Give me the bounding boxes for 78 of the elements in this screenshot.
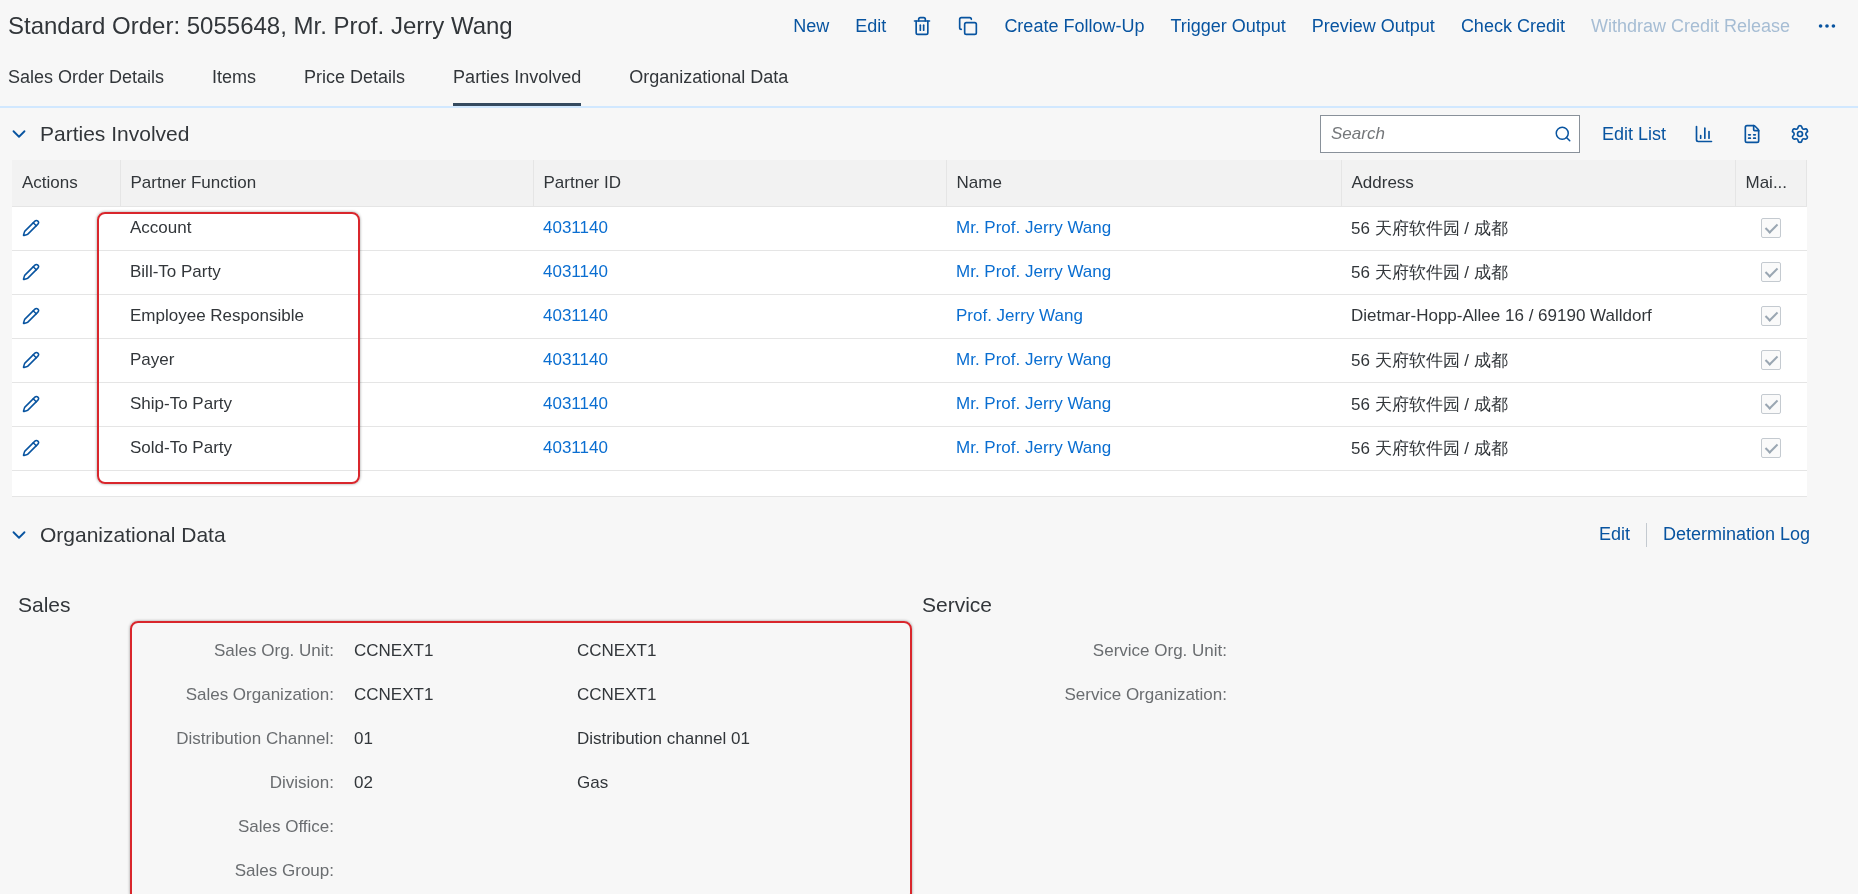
field-description: CCNEXT1 — [577, 639, 658, 662]
field-label: Division: — [268, 771, 335, 794]
field-label: Distribution Channel: — [175, 727, 335, 750]
table-cell: Employee Responsible — [120, 294, 533, 338]
tab[interactable]: Items — [212, 52, 257, 106]
settings-icon[interactable] — [1790, 124, 1810, 144]
table-cell: 56 天府软件园 / 成都 — [1341, 250, 1735, 294]
spreadsheet-icon[interactable] — [1742, 124, 1762, 144]
group-title: Sales — [18, 592, 72, 617]
field-label: Sales Office: — [236, 815, 335, 838]
pencil-icon[interactable] — [22, 351, 40, 369]
table-cell: Dietmar-Hopp-Allee 16 / 69190 Walldorf — [1341, 294, 1735, 338]
page-title: Standard Order: 5055648, Mr. Prof. Jerry Wang — [8, 12, 514, 40]
toolbar-button[interactable]: New — [793, 15, 830, 37]
column-header: Address — [1341, 160, 1735, 206]
table-cell: 56 天府软件园 / 成都 — [1341, 426, 1735, 470]
tab[interactable]: Parties Involved — [453, 52, 582, 106]
field-value: CCNEXT1 — [354, 639, 435, 662]
bar-chart-icon[interactable] — [1694, 124, 1714, 144]
pencil-icon[interactable] — [22, 219, 40, 237]
toolbar-button[interactable]: Trigger Output — [1170, 15, 1286, 37]
toolbar-button[interactable]: Create Follow-Up — [1004, 15, 1145, 37]
tab[interactable]: Sales Order Details — [8, 52, 165, 106]
table-cell: 56 天府软件园 / 成都 — [1341, 382, 1735, 426]
toolbar-button[interactable]: Edit — [855, 15, 887, 37]
toolbar-button[interactable]: Preview Output — [1311, 15, 1435, 37]
partner-id-link[interactable]: 4031140 — [543, 218, 608, 237]
copy-icon[interactable] — [958, 16, 979, 36]
table-cell: Payer — [120, 338, 533, 382]
tab[interactable]: Price Details — [304, 52, 406, 106]
toolbar-button[interactable]: Check Credit — [1460, 15, 1565, 37]
pencil-icon[interactable] — [22, 439, 40, 457]
column-header: Partner Function — [120, 160, 533, 206]
field-label: Service Org. Unit: — [1091, 639, 1228, 662]
column-header: Partner ID — [533, 160, 946, 206]
table-cell: 56 天府软件园 / 成都 — [1341, 206, 1735, 250]
table-cell: 56 天府软件园 / 成都 — [1341, 338, 1735, 382]
field-value: 02 — [354, 771, 374, 794]
field-label: Sales Organization: — [184, 683, 335, 706]
name-link[interactable]: Mr. Prof. Jerry Wang — [956, 218, 1112, 237]
field-label: Service Organization: — [1063, 683, 1228, 706]
field-description: Gas — [577, 771, 610, 794]
table-cell: Sold-To Party — [120, 426, 533, 470]
field-description: Distribution channel 01 — [577, 727, 751, 750]
name-link[interactable]: Mr. Prof. Jerry Wang — [956, 350, 1112, 369]
pencil-icon[interactable] — [22, 263, 40, 281]
section-title: Organizational Data — [40, 522, 227, 547]
table-cell: Bill-To Party — [120, 250, 533, 294]
field-value: 01 — [354, 727, 374, 750]
partner-id-link[interactable]: 4031140 — [543, 438, 608, 457]
field-label: Sales Org. Unit: — [213, 639, 335, 662]
column-header: Name — [946, 160, 1341, 206]
group-title: Service — [922, 592, 994, 617]
search-field[interactable]: Search — [1319, 115, 1580, 153]
field-label: Sales Group: — [233, 859, 335, 882]
field-description: CCNEXT1 — [577, 683, 658, 706]
name-link[interactable]: Mr. Prof. Jerry Wang — [956, 438, 1112, 457]
search-icon[interactable] — [1553, 125, 1572, 143]
column-header: Mai... — [1735, 160, 1807, 206]
pencil-icon[interactable] — [22, 307, 40, 325]
toolbar-link[interactable]: Determination Log — [1662, 524, 1810, 545]
field-value: CCNEXT1 — [354, 683, 435, 706]
partner-id-link[interactable]: 4031140 — [543, 306, 608, 325]
tab[interactable]: Organizational Data — [629, 52, 789, 106]
partner-id-link[interactable]: 4031140 — [543, 262, 608, 281]
section-title: Parties Involved — [40, 122, 191, 146]
name-link[interactable]: Mr. Prof. Jerry Wang — [956, 262, 1112, 281]
table-cell: Account — [120, 206, 533, 250]
delete-icon[interactable] — [912, 16, 933, 36]
name-link[interactable]: Prof. Jerry Wang — [956, 306, 1083, 325]
column-header: Actions — [12, 160, 120, 206]
toolbar-link[interactable]: Edit — [1598, 524, 1630, 545]
partner-id-link[interactable]: 4031140 — [543, 350, 608, 369]
partner-id-link[interactable]: 4031140 — [543, 394, 608, 413]
edit-list-link[interactable]: Edit List — [1601, 123, 1666, 145]
pencil-icon[interactable] — [22, 395, 40, 413]
name-link[interactable]: Mr. Prof. Jerry Wang — [956, 394, 1112, 413]
table-cell: Ship-To Party — [120, 382, 533, 426]
